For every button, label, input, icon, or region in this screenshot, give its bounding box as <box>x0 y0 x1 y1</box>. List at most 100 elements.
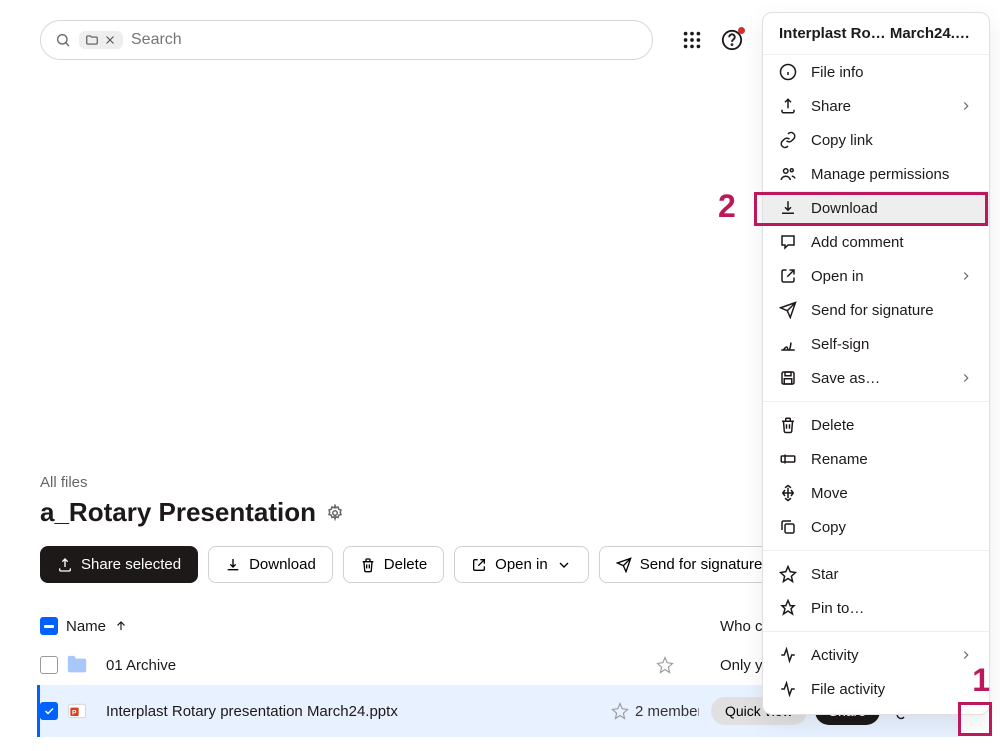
menu-item-send-for-signature[interactable]: Send for signature <box>763 293 989 327</box>
link-icon <box>779 131 797 149</box>
menu-item-label: Open in <box>811 268 945 285</box>
menu-item-label: Rename <box>811 451 973 468</box>
folder-icon <box>66 655 88 675</box>
button-label: Open in <box>495 556 548 573</box>
button-label: Send for signature <box>640 556 763 573</box>
chevron-right-icon <box>959 371 973 385</box>
menu-item-manage-permissions[interactable]: Manage permissions <box>763 157 989 191</box>
menu-item-open-in[interactable]: Open in <box>763 259 989 293</box>
search-icon <box>55 32 71 48</box>
rename-icon <box>779 450 797 468</box>
menu-item-label: Send for signature <box>811 302 973 319</box>
info-icon <box>779 63 797 81</box>
menu-divider <box>763 631 989 632</box>
menu-item-file-activity[interactable]: File activity <box>763 672 989 706</box>
move-icon <box>779 484 797 502</box>
context-menu-title: Interplast Ro… March24.pptx <box>763 13 989 55</box>
menu-item-copy[interactable]: Copy <box>763 510 989 544</box>
context-menu: Interplast Ro… March24.pptx File info Sha… <box>762 12 990 715</box>
annotation-number-2: 2 <box>718 188 736 225</box>
send-signature-button[interactable]: Send for signature <box>599 546 780 583</box>
menu-item-file-info[interactable]: File info <box>763 55 989 89</box>
star-icon[interactable] <box>611 702 629 720</box>
activity-icon <box>779 646 797 664</box>
selfsign-icon <box>779 335 797 353</box>
menu-item-add-comment[interactable]: Add comment <box>763 225 989 259</box>
menu-item-label: Manage permissions <box>811 166 973 183</box>
search-box[interactable] <box>40 20 653 60</box>
access-cell: 2 members <box>635 703 699 720</box>
menu-item-label: File activity <box>811 681 973 698</box>
column-name[interactable]: Name <box>66 618 680 635</box>
menu-item-copy-link[interactable]: Copy link <box>763 123 989 157</box>
row-checkbox[interactable] <box>40 702 58 720</box>
delete-icon <box>779 416 797 434</box>
menu-item-label: Move <box>811 485 973 502</box>
close-icon[interactable] <box>103 33 117 47</box>
copy-icon <box>779 518 797 536</box>
menu-item-label: File info <box>811 64 973 81</box>
permissions-icon <box>779 165 797 183</box>
download-icon <box>225 557 241 573</box>
menu-item-label: Activity <box>811 647 945 664</box>
menu-item-delete[interactable]: Delete <box>763 408 989 442</box>
menu-item-rename[interactable]: Rename <box>763 442 989 476</box>
download-button[interactable]: Download <box>208 546 333 583</box>
chevron-right-icon <box>959 99 973 113</box>
menu-item-label: Copy <box>811 519 973 536</box>
menu-item-download[interactable]: Download <box>763 191 989 225</box>
notification-dot <box>738 27 745 34</box>
folder-icon <box>85 33 99 47</box>
menu-item-label: Download <box>811 200 973 217</box>
star-icon[interactable] <box>656 656 674 674</box>
menu-item-pin-to-[interactable]: Pin to… <box>763 591 989 625</box>
button-label: Share selected <box>81 556 181 573</box>
menu-divider <box>763 401 989 402</box>
menu-item-label: Add comment <box>811 234 973 251</box>
share-icon <box>57 557 73 573</box>
column-label: Name <box>66 618 106 635</box>
open-in-button[interactable]: Open in <box>454 546 589 583</box>
open-icon <box>471 557 487 573</box>
menu-divider <box>763 550 989 551</box>
menu-item-label: Star <box>811 566 973 583</box>
menu-item-self-sign[interactable]: Self-sign <box>763 327 989 361</box>
file-name: Interplast Rotary presentation March24.p… <box>106 703 605 720</box>
fileactivity-icon <box>779 680 797 698</box>
send-icon <box>779 301 797 319</box>
menu-item-move[interactable]: Move <box>763 476 989 510</box>
send-icon <box>616 557 632 573</box>
saveas-icon <box>779 369 797 387</box>
search-input[interactable] <box>131 31 638 49</box>
menu-item-label: Pin to… <box>811 600 973 617</box>
chevron-right-icon <box>959 269 973 283</box>
button-label: Download <box>249 556 316 573</box>
file-name: 01 Archive <box>106 657 650 674</box>
search-scope-chip[interactable] <box>79 31 123 49</box>
annotation-number-1: 1 <box>972 662 990 699</box>
menu-item-label: Share <box>811 98 945 115</box>
chevron-right-icon <box>959 648 973 662</box>
open-icon <box>779 267 797 285</box>
menu-item-share[interactable]: Share <box>763 89 989 123</box>
menu-item-save-as-[interactable]: Save as… <box>763 361 989 395</box>
menu-item-activity[interactable]: Activity <box>763 638 989 672</box>
apps-icon[interactable] <box>681 29 703 51</box>
menu-item-label: Copy link <box>811 132 973 149</box>
sort-arrow-icon <box>114 619 128 633</box>
pin-icon <box>779 599 797 617</box>
share-icon <box>779 97 797 115</box>
row-checkbox[interactable] <box>40 656 58 674</box>
select-all-checkbox[interactable] <box>40 617 58 635</box>
download-icon <box>779 199 797 217</box>
button-label: Delete <box>384 556 427 573</box>
star-icon <box>779 565 797 583</box>
gear-icon[interactable] <box>326 504 344 522</box>
menu-item-label: Save as… <box>811 370 945 387</box>
help-icon[interactable] <box>721 29 743 51</box>
menu-item-label: Self-sign <box>811 336 973 353</box>
delete-button[interactable]: Delete <box>343 546 444 583</box>
share-selected-button[interactable]: Share selected <box>40 546 198 583</box>
menu-item-label: Delete <box>811 417 973 434</box>
menu-item-star[interactable]: Star <box>763 557 989 591</box>
